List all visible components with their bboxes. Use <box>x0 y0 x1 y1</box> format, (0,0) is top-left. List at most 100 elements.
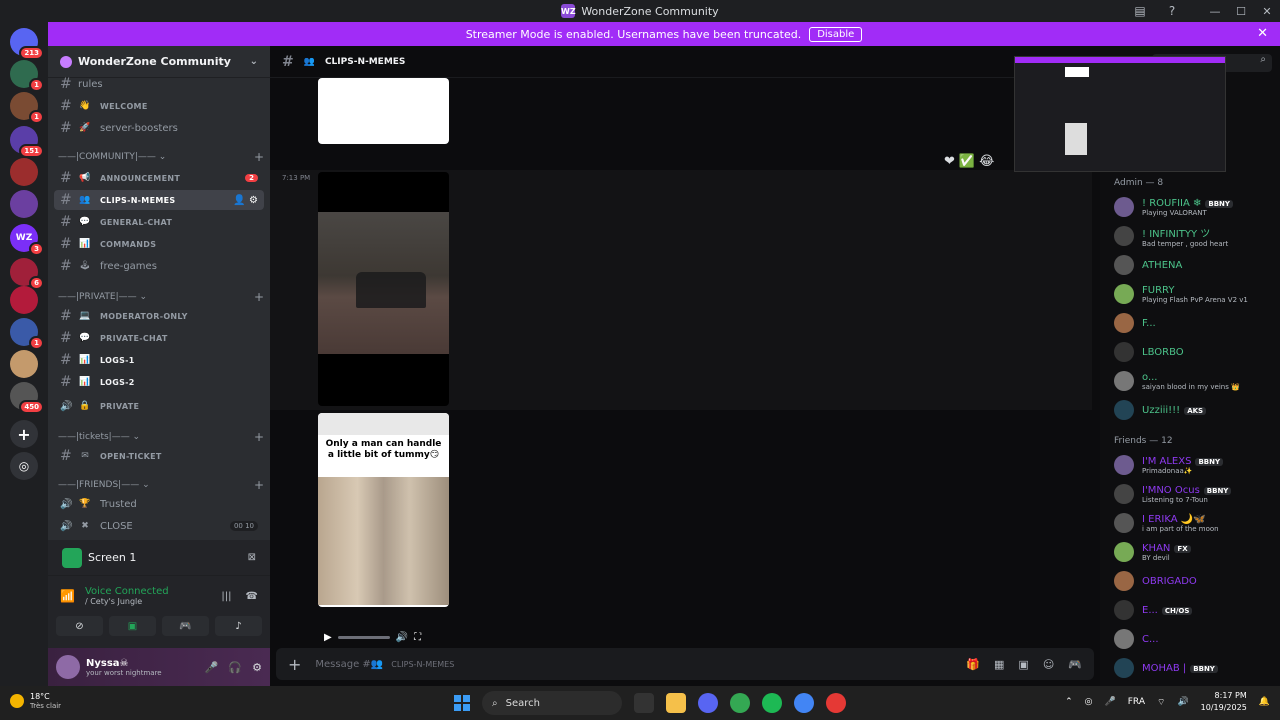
member-item[interactable]: o... saiyan blood in my veins 👑 <box>1100 368 1276 394</box>
channel-category[interactable]: ——|tickets|—— ⌄ + <box>58 430 264 444</box>
network-icon[interactable]: ◎ <box>1085 697 1093 707</box>
clock[interactable]: 8:17 PM 10/19/2025 <box>1201 690 1247 714</box>
maximize-button[interactable]: ☐ <box>1228 0 1254 22</box>
server-icon[interactable]: 450 <box>10 382 44 414</box>
member-item[interactable]: E... CH/OS <box>1100 597 1276 623</box>
add-channel-icon[interactable]: + <box>254 290 264 304</box>
server-icon[interactable]: 213 <box>10 28 44 60</box>
apps-icon[interactable]: 🎮 <box>1068 658 1082 671</box>
video-progress-bar[interactable] <box>337 635 390 639</box>
invite-and-settings-icons[interactable]: 👤 ⚙ <box>233 195 258 206</box>
weather-widget[interactable]: 18°C Très clair <box>10 692 61 710</box>
channel-rules[interactable]: # rules <box>54 74 264 94</box>
meme-video-attachment[interactable]: Only a man can handle a little bit of tu… <box>318 413 449 607</box>
chevron-down-icon[interactable]: ⌄ <box>250 56 258 67</box>
spotify-icon[interactable] <box>762 693 782 713</box>
member-item[interactable]: ! ROUFIIA ❄ BBNY Playing VALORANT <box>1100 194 1276 220</box>
emoji-icon[interactable]: ☺ <box>1043 658 1054 671</box>
channel-free-games[interactable]: # 🕹 free-games <box>54 256 264 276</box>
channel-trusted[interactable]: 🔊 🏆 Trusted <box>54 494 264 514</box>
member-item[interactable]: Uzziii!!! AKS <box>1100 397 1276 423</box>
member-item[interactable]: MOHAB | BBNY <box>1100 655 1276 681</box>
channel-logs-2[interactable]: # 📊 LOGS-2 <box>54 372 264 392</box>
channel-welcome[interactable]: # 👋 WELCOME <box>54 96 264 116</box>
play-icon[interactable]: ▶ <box>324 632 332 643</box>
server-icon[interactable]: 151 <box>10 126 44 158</box>
member-item[interactable]: OBRIGADO <box>1100 568 1276 594</box>
member-item[interactable]: LBORBO <box>1100 339 1276 365</box>
add-channel-icon[interactable]: + <box>254 430 264 444</box>
channel-general-chat[interactable]: # 💬 GENERAL-CHAT <box>54 212 264 232</box>
heart-icon[interactable]: ❤ <box>944 154 955 169</box>
help-icon[interactable]: ? <box>1164 3 1180 19</box>
chrome-profile-icon[interactable] <box>794 693 814 713</box>
gift-icon[interactable]: 🎁 <box>966 658 980 671</box>
member-item[interactable]: ATHENA <box>1100 252 1276 278</box>
channel-server-boosters[interactable]: # 🚀 server-boosters <box>54 118 264 138</box>
avatar[interactable] <box>56 655 80 679</box>
disable-streamer-mode-button[interactable]: Disable <box>809 26 863 42</box>
channel-private[interactable]: 🔊 🔒 PRIVATE <box>54 396 264 416</box>
share-screen-button[interactable]: ▣ <box>109 616 156 636</box>
server-icon[interactable] <box>10 350 38 378</box>
channel-moderator-only[interactable]: # 💻 MODERATOR-ONLY <box>54 306 264 326</box>
add-server-icon[interactable]: + <box>10 420 38 448</box>
server-icon[interactable] <box>10 286 38 314</box>
camera-off-button[interactable]: ⊘ <box>56 616 103 636</box>
channel-close[interactable]: 🔊 ✖ CLOSE 00 10 <box>54 516 264 536</box>
headphones-icon[interactable]: 🎧 <box>228 661 242 674</box>
server-icon[interactable]: WZ 3 <box>10 224 44 256</box>
channel-category[interactable]: ——|COMMUNITY|—— ⌄ + <box>58 150 264 164</box>
close-banner-icon[interactable]: ✕ <box>1257 26 1268 41</box>
channel-category[interactable]: ——|PRIVATE|—— ⌄ + <box>58 290 264 304</box>
channel-commands[interactable]: # 📊 COMMANDS <box>54 234 264 254</box>
image-attachment[interactable] <box>318 78 449 144</box>
member-item[interactable]: C... <box>1100 626 1276 652</box>
volume-tray-icon[interactable]: 🔊 <box>1177 697 1188 707</box>
chrome-icon[interactable] <box>730 693 750 713</box>
channel-logs-1[interactable]: # 📊 LOGS-1 <box>54 350 264 370</box>
fullscreen-icon[interactable]: ⛶ <box>414 632 421 643</box>
server-icon[interactable]: 6 <box>10 258 44 290</box>
attach-plus-icon[interactable]: + <box>288 655 301 674</box>
message-reactions[interactable]: ❤ ✅ 😂 <box>944 154 994 169</box>
channel-open-ticket[interactable]: # ✉ OPEN-TICKET <box>54 446 264 466</box>
minimize-button[interactable]: — <box>1202 0 1228 22</box>
soundboard-button[interactable]: ♪ <box>215 616 262 636</box>
language-indicator[interactable]: FRA <box>1128 697 1145 707</box>
file-explorer-icon[interactable] <box>666 693 686 713</box>
discord-icon[interactable] <box>698 693 718 713</box>
app-icon[interactable] <box>826 693 846 713</box>
member-item[interactable]: ! INFINITYY ツ Bad temper , good heart <box>1100 223 1276 249</box>
server-icon[interactable]: 1 <box>10 318 44 350</box>
mic-tray-icon[interactable]: 🎤 <box>1105 697 1116 707</box>
notification-icon[interactable]: 🔔 <box>1259 697 1270 707</box>
stop-stream-icon[interactable]: ⊠ <box>248 552 256 563</box>
close-window-button[interactable]: ✕ <box>1254 0 1280 22</box>
voice-channel-label[interactable]: / Cety's Jungle <box>85 597 169 606</box>
add-channel-icon[interactable]: + <box>254 150 264 164</box>
noise-suppression-icon[interactable]: ||| <box>221 591 231 602</box>
chevron-up-icon[interactable]: ⌃ <box>1065 697 1073 707</box>
check-icon[interactable]: ✅ <box>959 154 975 169</box>
server-icon[interactable]: 1 <box>10 60 44 92</box>
discover-icon[interactable]: ◎ <box>10 452 38 480</box>
add-channel-icon[interactable]: + <box>254 478 264 492</box>
stream-preview[interactable] <box>1014 56 1226 172</box>
channel-announcement[interactable]: # 📢 ANNOUNCEMENT 2 <box>54 168 264 188</box>
task-view-icon[interactable] <box>634 693 654 713</box>
channel-private-chat[interactable]: # 💬 PRIVATE-CHAT <box>54 328 264 348</box>
member-item[interactable]: KHAN FX BY devil <box>1100 539 1276 565</box>
volume-icon[interactable]: 🔊 <box>396 632 408 643</box>
laugh-icon[interactable]: 😂 <box>979 154 994 169</box>
disconnect-icon[interactable]: ☎ <box>246 591 258 602</box>
voice-connected-label[interactable]: Voice Connected <box>85 586 169 597</box>
screen-share-row[interactable]: Screen 1 ⊠ <box>48 540 270 576</box>
member-item[interactable]: I'MNO Ocus BBNY Listening to 7-Toun <box>1100 481 1276 507</box>
sticker-icon[interactable]: ▣ <box>1018 658 1028 671</box>
channel-category[interactable]: ——|FRIENDS|—— ⌄ + <box>58 478 264 492</box>
server-icon[interactable]: 1 <box>10 92 44 124</box>
gif-icon[interactable]: ▦ <box>994 658 1004 671</box>
member-item[interactable]: FURRY Playing Flash PvP Arena V2 v1 <box>1100 281 1276 307</box>
activities-button[interactable]: 🎮 <box>162 616 209 636</box>
